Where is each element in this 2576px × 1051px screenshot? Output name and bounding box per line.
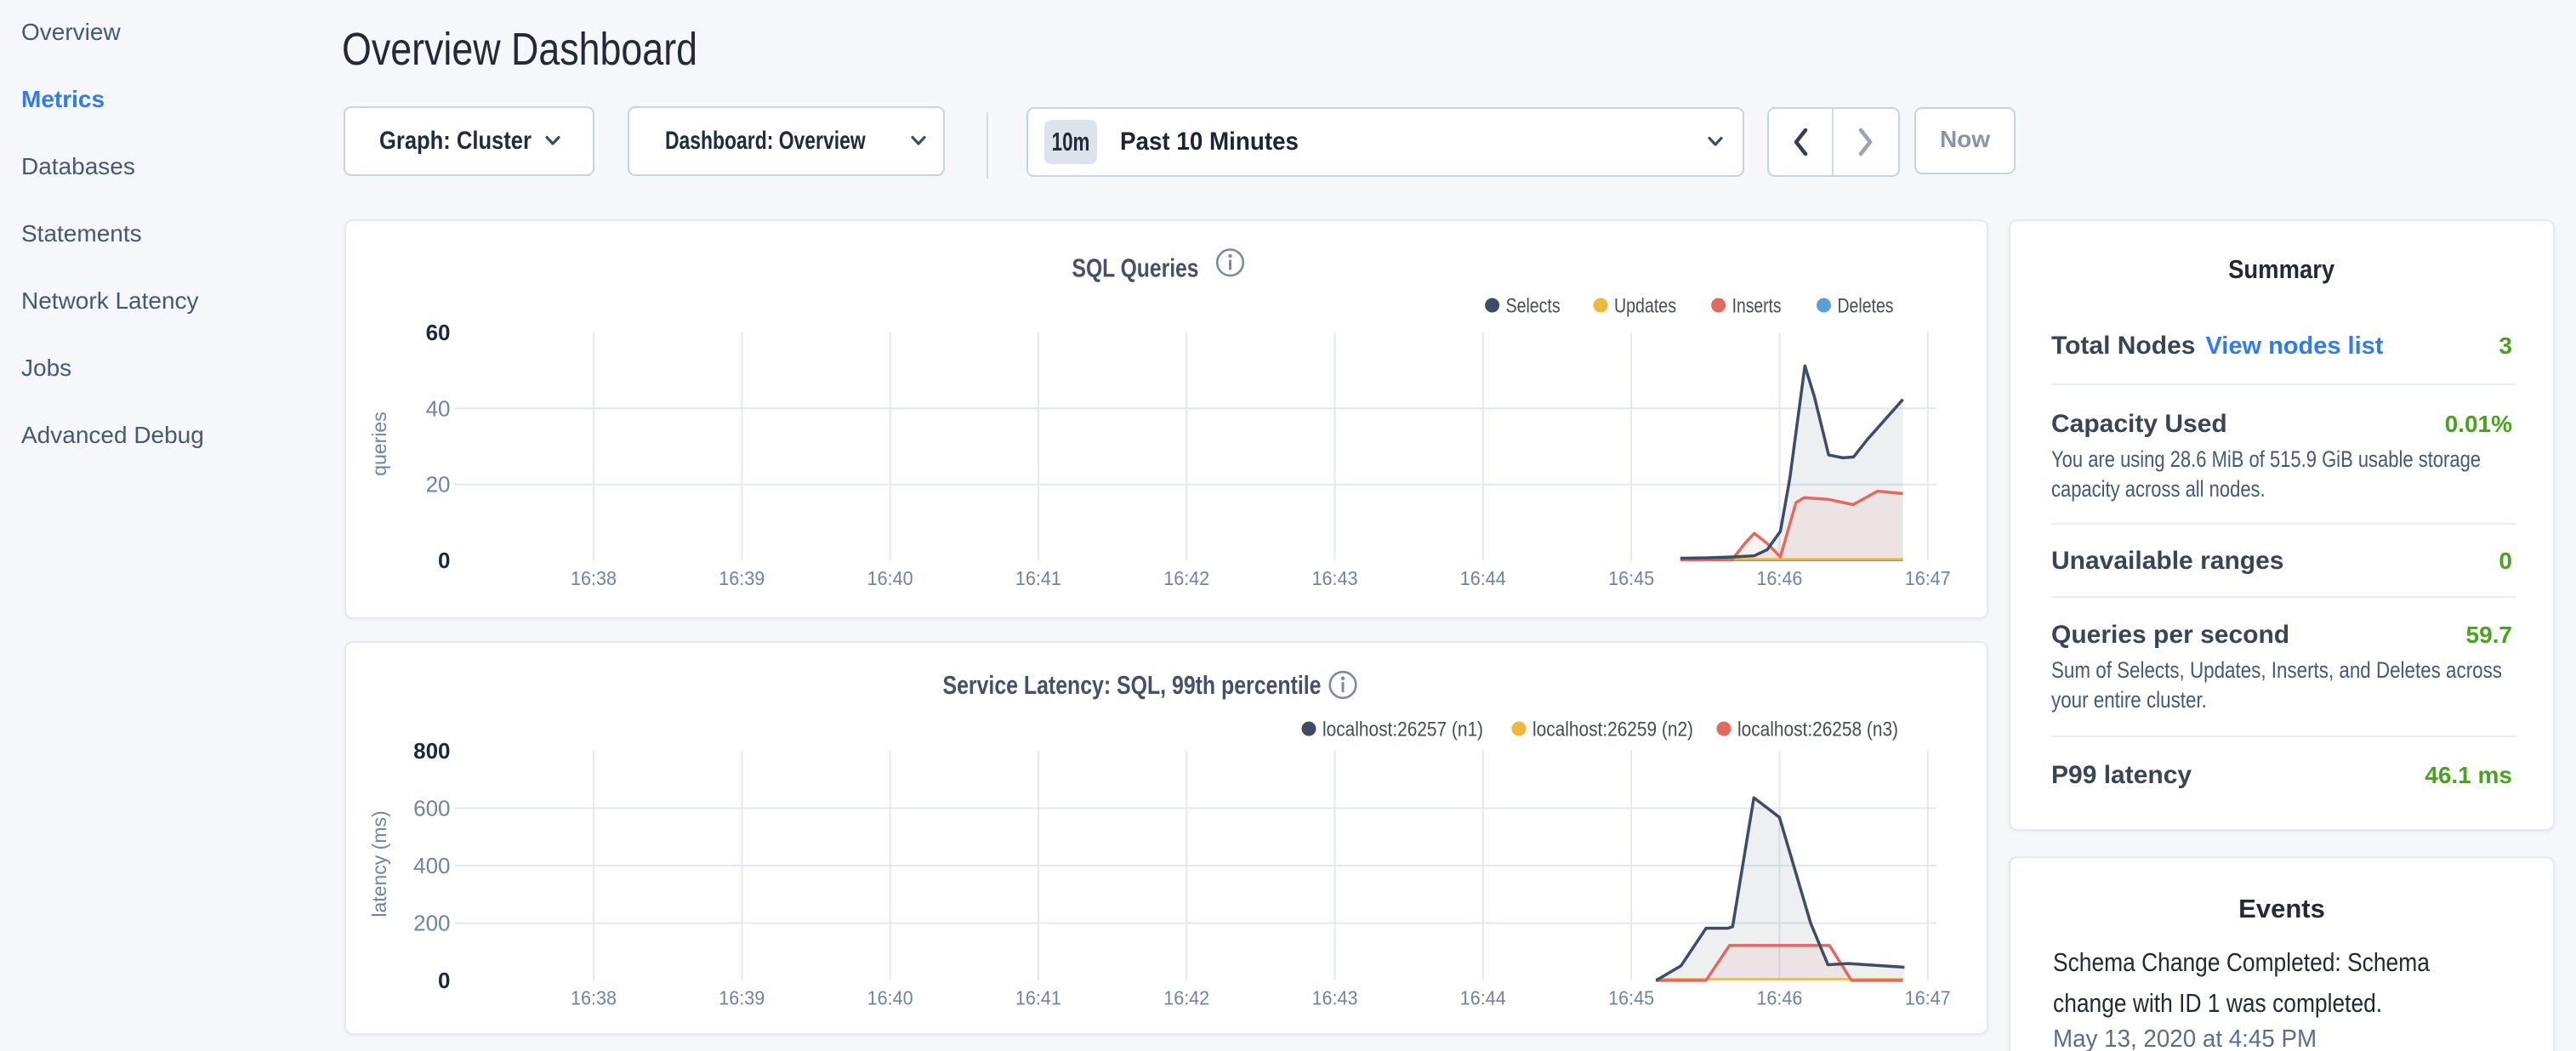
svg-text:16:45: 16:45 — [1608, 987, 1654, 1009]
svg-text:16:38: 16:38 — [571, 987, 617, 1009]
svg-text:16:47: 16:47 — [1905, 987, 1951, 1009]
svg-text:SQL Queries: SQL Queries — [1072, 253, 1199, 283]
svg-text:16:39: 16:39 — [719, 987, 765, 1009]
svg-text:16:45: 16:45 — [1608, 567, 1654, 589]
svg-text:queries: queries — [368, 412, 390, 475]
svg-text:0: 0 — [438, 548, 450, 573]
svg-text:Service Latency: SQL, 99th per: Service Latency: SQL, 99th percentile — [943, 670, 1322, 700]
svg-text:Selects: Selects — [1506, 295, 1561, 318]
svg-text:16:39: 16:39 — [719, 567, 765, 589]
svg-text:60: 60 — [426, 320, 451, 345]
svg-text:20: 20 — [426, 472, 451, 497]
svg-text:800: 800 — [413, 738, 450, 764]
svg-text:16:38: 16:38 — [571, 567, 617, 589]
svg-text:16:44: 16:44 — [1460, 987, 1506, 1009]
svg-text:16:43: 16:43 — [1312, 987, 1358, 1009]
svg-text:16:46: 16:46 — [1756, 567, 1802, 589]
svg-text:40: 40 — [426, 395, 451, 421]
svg-text:Deletes: Deletes — [1838, 295, 1894, 318]
svg-text:16:44: 16:44 — [1460, 567, 1506, 589]
svg-text:600: 600 — [413, 796, 450, 821]
svg-text:latency (ms): latency (ms) — [368, 810, 390, 917]
svg-text:Inserts: Inserts — [1732, 295, 1782, 318]
svg-text:16:40: 16:40 — [867, 567, 913, 589]
svg-text:16:47: 16:47 — [1905, 567, 1951, 589]
svg-text:0: 0 — [438, 968, 450, 993]
svg-text:16:46: 16:46 — [1756, 987, 1802, 1009]
svg-text:localhost:26258 (n3): localhost:26258 (n3) — [1737, 719, 1898, 741]
svg-text:localhost:26257 (n1): localhost:26257 (n1) — [1322, 719, 1483, 741]
svg-text:16:40: 16:40 — [867, 987, 913, 1009]
svg-text:16:42: 16:42 — [1163, 987, 1209, 1009]
svg-text:16:41: 16:41 — [1015, 567, 1061, 589]
svg-text:Updates: Updates — [1614, 295, 1676, 318]
svg-text:400: 400 — [413, 853, 450, 878]
svg-text:localhost:26259 (n2): localhost:26259 (n2) — [1533, 719, 1693, 741]
svg-text:16:42: 16:42 — [1163, 567, 1209, 589]
svg-text:16:41: 16:41 — [1015, 987, 1061, 1009]
svg-text:16:43: 16:43 — [1312, 567, 1358, 589]
svg-text:200: 200 — [413, 911, 450, 936]
